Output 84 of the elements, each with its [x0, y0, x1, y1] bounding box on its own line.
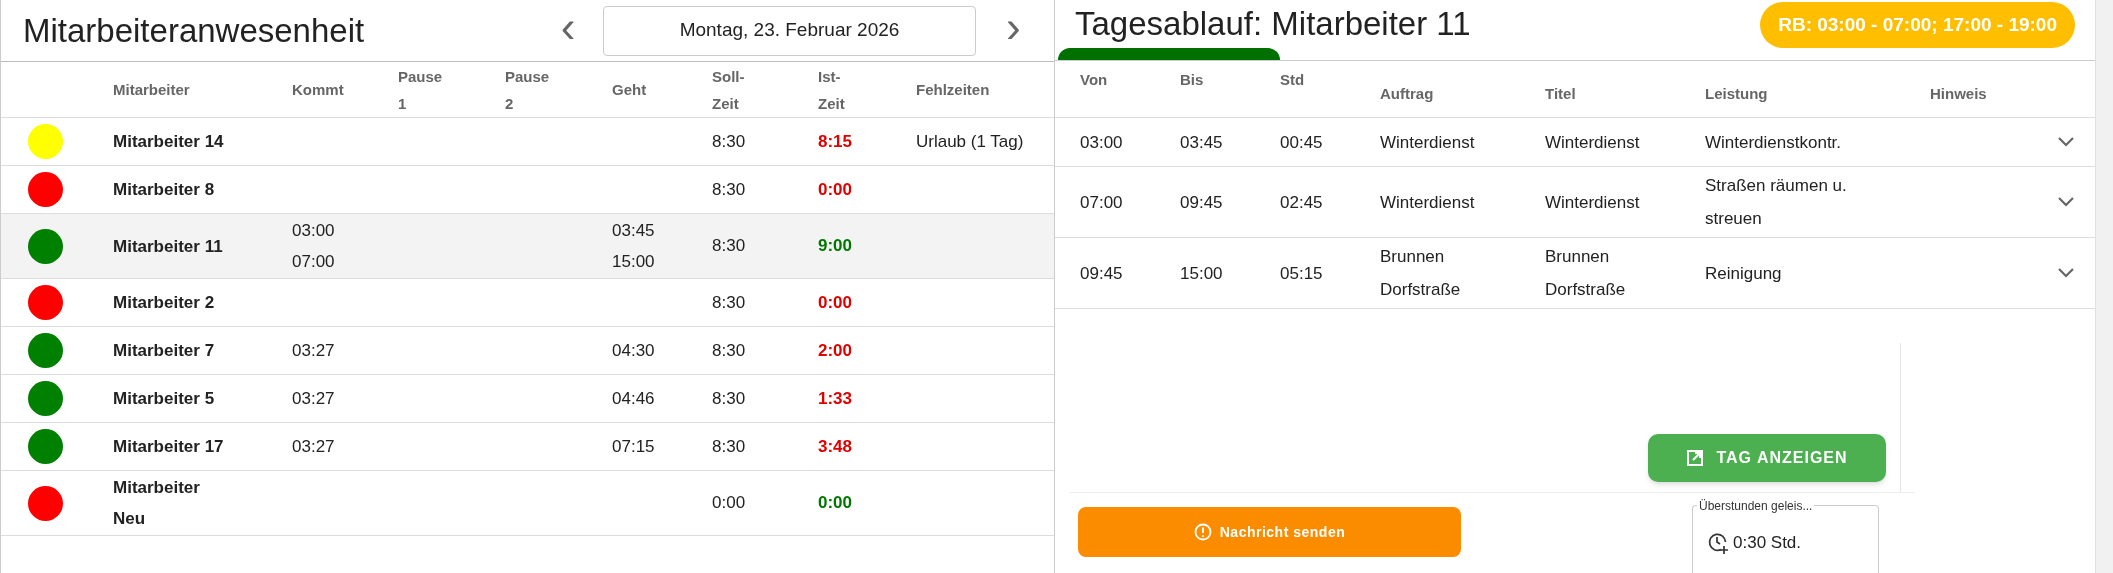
external-link-icon [1686, 449, 1705, 467]
column-header: Auftrag [1380, 85, 1434, 102]
table-cell: 0:00 [712, 493, 746, 513]
employee-name: Mitarbeiter 7 [113, 340, 216, 362]
table-cell: Brunnen Dorfstraße [1380, 247, 1461, 299]
table-cell: Winterdienstkontr. [1705, 132, 1842, 152]
scrollbar-track[interactable] [2095, 0, 2113, 573]
table-cell-text: 07:00 [292, 251, 336, 273]
table-cell-text: 04:46 [612, 388, 656, 410]
table-cell: 0:00 [818, 179, 853, 199]
table-cell: 0:00 [818, 493, 853, 513]
column-header: Geht [612, 80, 647, 100]
expand-chevron-icon[interactable] [2057, 136, 2075, 148]
date-field[interactable]: Montag, 23. Februar 2026 [603, 5, 976, 56]
table-cell: 1:33 [818, 388, 853, 408]
alert-icon [1193, 523, 1212, 541]
column-header: Hinweis [1930, 85, 1987, 102]
employee-name: Mitarbeiter 17 [113, 436, 225, 458]
table-cell: 0:00 [818, 292, 853, 312]
employee-name: Mitarbeiter 14 [113, 131, 225, 153]
table-cell: Reinigung [1705, 263, 1782, 283]
table-cell-text: 03:27 [292, 388, 336, 410]
table-cell: Winterdienst [1545, 192, 1640, 212]
column-header: Std [1280, 71, 1305, 88]
clock-plus-icon [1707, 530, 1729, 555]
table-cell: 03:00 [1080, 132, 1123, 152]
table-cell: 8:30 [712, 131, 746, 151]
table-cell: Winterdienst [1380, 132, 1475, 152]
column-header: Leistung [1705, 85, 1768, 102]
table-cell: 00:45 [1280, 132, 1323, 152]
table-cell: 03:45 [1180, 132, 1223, 152]
column-header: Soll-Zeit [712, 66, 745, 114]
table-cell: 07:00 [1080, 192, 1123, 212]
table-cell-text: 03:27 [292, 436, 336, 458]
column-header: Titel [1545, 85, 1576, 102]
employee-name: Mitarbeiter 8 [113, 179, 216, 201]
next-day-button[interactable]: › [1006, 4, 1021, 57]
table-cell: 8:30 [712, 436, 746, 456]
table-cell: Urlaub (1 Tag) [916, 132, 1024, 151]
overtime-label: Überstunden geleis... [1697, 497, 1815, 515]
table-cell: 2:00 [818, 340, 853, 360]
previous-day-button[interactable]: ‹ [533, 4, 603, 57]
employee-name: Mitarbeiter 11 [113, 235, 224, 258]
schedule-title: Tagesablauf: Mitarbeiter 11 [1075, 4, 1471, 45]
table-cell: Straßen räumen u. streuen [1705, 176, 1847, 228]
table-cell: 8:15 [818, 131, 853, 151]
employee-row[interactable]: Mitarbeiter 11 03:00 07:00 03:45 15:00 8:30 9:00 [1, 214, 1054, 279]
table-cell: 8:30 [712, 388, 746, 408]
column-header: Ist-Zeit [818, 66, 845, 114]
employee-name: Mitarbeiter 5 [113, 388, 216, 410]
column-header: Bis [1180, 71, 1204, 88]
expand-chevron-icon[interactable] [2057, 196, 2075, 208]
table-cell: 8:30 [712, 340, 746, 360]
table-cell: 8:30 [712, 236, 746, 256]
column-header: Kommt [292, 80, 344, 100]
table-cell-text: 04:30 [612, 340, 656, 362]
table-cell: 9:00 [818, 236, 853, 256]
column-header: Von [1080, 71, 1108, 88]
table-cell: 8:30 [712, 292, 746, 312]
column-header: Mitarbeiter [113, 80, 190, 100]
table-cell-text: 07:15 [612, 436, 656, 458]
table-cell-text: 03:27 [292, 340, 336, 362]
table-cell: 05:15 [1280, 263, 1323, 283]
table-cell-text: 03:00 [292, 220, 336, 242]
column-header: Pause 1 [398, 66, 443, 114]
employee-name: Mitarbeiter Neu [113, 477, 201, 530]
column-header: Pause 2 [505, 66, 550, 114]
table-cell: 8:30 [712, 179, 746, 199]
table-cell: Winterdienst [1380, 192, 1475, 212]
overtime-value: 0:30 Std. [1733, 532, 1802, 554]
table-cell-text: 15:00 [612, 251, 656, 273]
column-header: Fehlzeiten [916, 80, 990, 100]
table-cell: 3:48 [818, 436, 853, 456]
table-cell: Winterdienst [1545, 132, 1640, 152]
table-cell: 09:45 [1080, 263, 1123, 283]
employee-name: Mitarbeiter 2 [113, 292, 216, 314]
standby-badge: RB: 03:00 - 07:00; 17:00 - 19:00 [1760, 2, 2075, 48]
expand-chevron-icon[interactable] [2057, 267, 2075, 279]
table-cell: Brunnen Dorfstraße [1545, 247, 1626, 299]
table-cell-text: 03:45 [612, 220, 656, 242]
table-cell: 15:00 [1180, 263, 1223, 283]
page-title: Mitarbeiteranwesenheit [23, 10, 366, 51]
table-cell: 09:45 [1180, 192, 1223, 212]
table-cell: 02:45 [1280, 192, 1323, 212]
